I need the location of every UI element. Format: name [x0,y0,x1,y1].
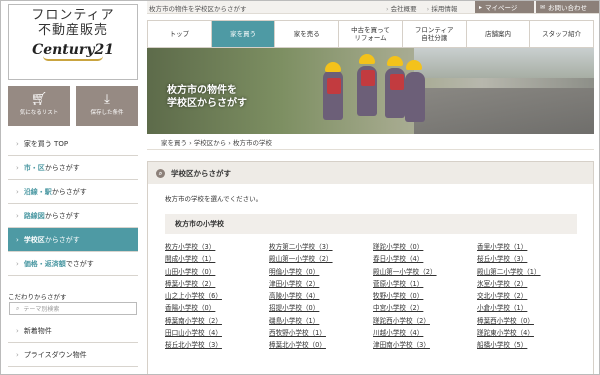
school-link[interactable]: 枚方第二小学校（3） [269,242,373,252]
school-link[interactable]: 蹉跎西小学校（2） [373,316,477,326]
company-logo[interactable]: フロンティア 不動産販売 Century21 [8,4,138,80]
sidebar-item-school-district[interactable]: › 学校区 からさがす [8,228,138,252]
school-link[interactable]: 明倫小学校（0） [269,267,373,277]
sidebar-item-buy-top[interactable]: › 家を買う TOP [8,132,138,156]
school-link[interactable]: 牧野小学校（0） [373,291,477,301]
favorites-button[interactable]: 🛒︎ 気になるリスト [8,86,70,126]
yellow-hat [359,54,375,64]
sidebar-item-price-down[interactable]: › プライスダウン物件 [8,343,138,367]
school-link[interactable]: 津田小学校（2） [269,279,373,289]
school-link[interactable]: 高陵小学校（4） [269,291,373,301]
school-link[interactable]: 樟葉南小学校（2） [165,316,269,326]
school-link[interactable]: 船橋小学校（5） [477,340,581,350]
hero-title: 枚方市の物件を 学校区からさがす [167,85,247,109]
recruit-link[interactable]: 採用情報 [427,3,457,13]
hero-sky [414,48,594,78]
red-backpack [390,74,404,90]
school-link[interactable]: 田口山小学校（4） [165,328,269,338]
theme-search-input[interactable]: ⌕ テーマ別検索 [9,302,137,315]
top-links: 会社概要 採用情報 [386,3,458,13]
school-link[interactable]: 香陽小学校（0） [165,303,269,313]
hero-road [414,88,594,134]
school-link[interactable]: 殿山第二小学校（1） [477,267,581,277]
child-figure [405,72,425,122]
search-icon: ⌕ [156,168,165,178]
sidebar-nav: › 家を買う TOP › 市・区 からさがす › 沿線・駅 からさがす › 路線図 から… [8,132,138,276]
school-link[interactable]: 桜丘小学校（3） [477,254,581,264]
school-link[interactable]: 春日小学校（4） [373,254,477,264]
cart-icon: 🛒︎ [30,92,48,107]
nav-stores[interactable]: 店舗案内 [466,21,531,47]
school-link[interactable]: 枚方小学校（3） [165,242,269,252]
nav-sell[interactable]: 家を売る [275,21,340,47]
school-link[interactable]: 磯島小学校（1） [269,316,373,326]
breadcrumb[interactable]: 家を買う › 学校区から › 枚方市の学校 [147,137,594,150]
browser-viewport: 枚方市の物件を学校区からさがす 会社概要 採用情報 ▸マイページ ✉お問い合わせ… [0,0,600,375]
school-list: 枚方小学校（3） 枚方第二小学校（3） 蹉跎小学校（0） 香里小学校（1） 開成小学校（… [165,242,590,350]
school-link[interactable]: 氷室小学校（2） [477,279,581,289]
contact-button[interactable]: ✉ お問い合わせ [536,1,599,13]
logo-line2: 不動産販売 [37,23,108,38]
school-link[interactable]: 山田小学校（0） [165,267,269,277]
school-link[interactable]: 中宮小学校（2） [373,303,477,313]
school-link[interactable]: 蹉跎小学校（0） [373,242,477,252]
mypage-button[interactable]: ▸ マイページ [475,1,534,13]
logo-line1: フロンティア [31,8,115,23]
school-link[interactable]: 殿山第一小学校（2） [373,267,477,277]
company-link[interactable]: 会社概要 [386,3,417,13]
school-link[interactable]: 樟葉北小学校（0） [269,340,373,350]
school-link[interactable]: 蹉跎東小学校（4） [477,328,581,338]
school-link[interactable]: 殿山第一小学校（2） [269,254,373,264]
sidebar-item-route-map[interactable]: › 路線図 からさがす [8,204,138,228]
school-link[interactable]: 交北小学校（2） [477,291,581,301]
panel-intro: 枚方市の学校を選んでください。 [165,195,263,203]
panel-header: ⌕ 学校区からさがす [148,162,593,184]
school-link[interactable]: 樟葉小学校（2） [165,279,269,289]
school-link[interactable]: 山之上小学校（6） [165,291,269,301]
red-backpack [327,78,341,94]
download-icon: ⤓ [104,92,110,107]
nav-reform[interactable]: 中古を買って リフォーム [339,21,403,47]
school-link[interactable]: 樟葉西小学校（0） [477,316,581,326]
yellow-hat [406,60,422,70]
sidebar-item-city[interactable]: › 市・区 からさがす [8,156,138,180]
breadcrumb-top: 枚方市の物件を学校区からさがす [149,5,247,13]
school-link[interactable]: 香里小学校（1） [477,242,581,252]
sidebar-nav-2: › 新着物件 › プライスダウン物件 [8,319,138,367]
school-link[interactable]: 招提小学校（0） [269,303,373,313]
nav-staff[interactable]: スタッフ紹介 [530,21,594,47]
saved-conditions-button[interactable]: ⤓ 保存した条件 [76,86,138,126]
school-link[interactable]: 開成小学校（1） [165,254,269,264]
sidebar-item-line-station[interactable]: › 沿線・駅 からさがす [8,180,138,204]
user-icon: ▸ [479,3,483,11]
hero-image: 枚方市の物件を 学校区からさがす [147,48,594,134]
section-title: 枚方市の小学校 [165,214,577,234]
school-link[interactable]: 川越小学校（4） [373,328,477,338]
search-icon: ⌕ [16,304,20,312]
school-link[interactable]: 津田南小学校（3） [373,340,477,350]
school-link[interactable]: 小倉小学校（1） [477,303,581,313]
school-link[interactable]: 菅原小学校（1） [373,279,477,289]
school-panel: ⌕ 学校区からさがす 枚方市の学校を選んでください。 枚方市の小学校 枚方小学校… [147,161,594,374]
yellow-hat [387,56,403,66]
sidebar-item-price[interactable]: › 価格・返済額 でさがす [8,252,138,276]
nav-top[interactable]: トップ [148,21,212,47]
century21-logo: Century21 [32,42,114,58]
yellow-hat [325,62,341,72]
school-link[interactable]: 西牧野小学校（1） [269,328,373,338]
nav-buy[interactable]: 家を買う [211,21,276,47]
nav-own-development[interactable]: フロンティア 自社分譲 [402,21,467,47]
sidebar-item-new[interactable]: › 新着物件 [8,319,138,343]
kodawari-heading: こだわりからさがす [8,293,67,301]
mail-icon: ✉ [540,3,546,11]
red-backpack [361,70,375,86]
school-link[interactable]: 桜丘北小学校（3） [165,340,269,350]
main-nav: トップ 家を買う 家を売る 中古を買って リフォーム フロンティア 自社分譲 店… [147,20,594,48]
